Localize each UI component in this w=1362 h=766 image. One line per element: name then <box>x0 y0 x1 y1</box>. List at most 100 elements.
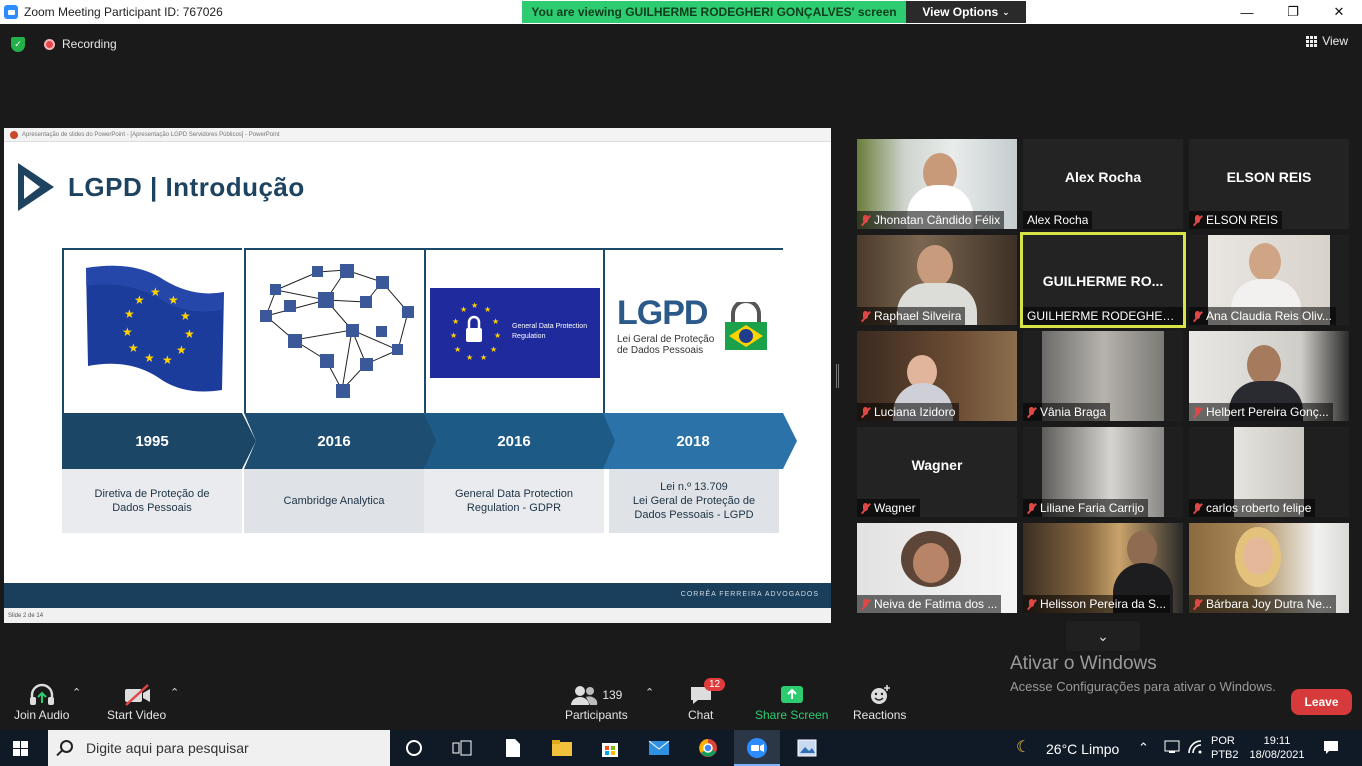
muted-mic-icon <box>1193 502 1202 514</box>
lgpd-logo: LGPD <box>617 294 708 332</box>
slide-logo-arrow-icon <box>18 163 54 211</box>
participant-tile[interactable]: Alex Rocha Alex Rocha <box>1023 139 1183 229</box>
timeline-year: 2018 <box>676 432 710 450</box>
participant-tile[interactable]: ELSON REIS ELSON REIS <box>1189 139 1349 229</box>
muted-mic-icon <box>1193 598 1202 610</box>
reactions-button[interactable]: Reactions <box>853 682 906 722</box>
facebook-network-image <box>244 248 424 413</box>
panel-splitter-handle[interactable] <box>836 364 839 388</box>
svg-text:★: ★ <box>134 293 145 307</box>
svg-text:★: ★ <box>122 325 133 339</box>
participant-tile[interactable]: Luciana Izidoro <box>857 331 1017 421</box>
view-options-button[interactable]: View Options ⌄ <box>906 1 1026 23</box>
image-viewer-icon[interactable] <box>796 738 818 758</box>
search-icon <box>60 740 73 753</box>
chrome-icon[interactable] <box>697 738 719 758</box>
maximize-button[interactable]: ❐ <box>1270 0 1316 24</box>
svg-text:★: ★ <box>450 331 457 340</box>
participant-name: Bárbara Joy Dutra Ne... <box>1206 597 1333 611</box>
participant-tile[interactable]: Vânia Braga <box>1023 331 1183 421</box>
store-icon[interactable] <box>599 738 621 758</box>
participant-name: Raphael Silveira <box>874 309 962 323</box>
timeline-item-1995: ★ ★ ★ ★ ★ ★ ★ ★ ★ ★ ★ 1995 Diretiva de Proteção… <box>62 248 256 533</box>
chevron-down-icon: ⌄ <box>1097 627 1109 644</box>
encryption-shield-icon[interactable]: ✓ <box>11 37 25 52</box>
participant-display-name: ELSON REIS <box>1226 169 1312 185</box>
description-line: General Data Protection <box>454 488 573 500</box>
description-line: Cambridge Analytica <box>283 495 385 507</box>
grid-view-icon <box>1306 35 1318 47</box>
zoom-taskbar-item[interactable] <box>734 730 780 766</box>
leave-button[interactable]: Leave <box>1291 689 1352 715</box>
join-audio-button[interactable]: Join Audio <box>14 682 69 722</box>
share-screen-label: Share Screen <box>755 708 829 722</box>
svg-text:★: ★ <box>452 317 459 326</box>
svg-text:★: ★ <box>480 353 487 362</box>
shared-screen: Apresentação de slides do PowerPoint - [… <box>4 128 831 623</box>
mail-icon[interactable] <box>648 738 670 758</box>
clock[interactable]: 19:11 18/08/2021 <box>1248 734 1306 762</box>
share-screen-button[interactable]: Share Screen <box>755 682 828 722</box>
participant-tile[interactable]: Jhonatan Cândido Félix <box>857 139 1017 229</box>
start-video-label: Start Video <box>107 708 167 722</box>
tray-chevron-icon[interactable]: ⌃ <box>1138 740 1149 756</box>
task-view-icon[interactable] <box>451 738 473 758</box>
share-screen-icon <box>779 682 805 708</box>
svg-text:★: ★ <box>150 285 161 299</box>
notifications-icon[interactable] <box>1323 739 1339 758</box>
video-off-icon <box>122 682 152 708</box>
timeline-description: Cambridge Analytica <box>244 469 424 533</box>
svg-text:★: ★ <box>466 353 473 362</box>
minimize-button[interactable]: — <box>1224 0 1270 24</box>
participants-options-caret[interactable]: ⌃ <box>645 686 654 699</box>
muted-mic-icon <box>1193 214 1202 226</box>
participant-tile[interactable]: Helisson Pereira da S... <box>1023 523 1183 613</box>
recording-dot-icon <box>44 39 55 50</box>
participant-tile[interactable]: Neiva de Fatima dos ... <box>857 523 1017 613</box>
cortana-icon[interactable] <box>403 738 425 758</box>
window-titlebar: Zoom Meeting Participant ID: 767026 You … <box>0 0 1362 24</box>
participant-name: Vânia Braga <box>1040 405 1107 419</box>
gdpr-badge: ★ ★ ★ ★ ★ ★ ★ ★ ★ ★ ★ General Data Protection Re… <box>430 288 600 378</box>
participant-name: ELSON REIS <box>1206 213 1279 227</box>
active-speaker-tile[interactable]: GUILHERME RO... GUILHERME RODEGHERI... <box>1020 232 1186 328</box>
file-explorer-icon[interactable] <box>551 738 573 758</box>
close-button[interactable]: ✕ <box>1316 0 1362 24</box>
video-options-caret[interactable]: ⌃ <box>170 686 179 699</box>
participant-tile[interactable]: Ana Claudia Reis Oliv... <box>1189 235 1349 325</box>
audio-options-caret[interactable]: ⌃ <box>72 686 81 699</box>
gallery-next-page-button[interactable]: ⌄ <box>1066 621 1140 651</box>
start-video-button[interactable]: Start Video <box>107 682 166 722</box>
timeline-arrow-2016: 2016 <box>244 413 438 469</box>
lgpd-logo-image: LGPD Lei Geral de Proteção de Dados Pess… <box>603 248 783 413</box>
muted-mic-icon <box>1193 310 1202 322</box>
language-code: POR <box>1211 735 1235 747</box>
network-icon[interactable] <box>1164 739 1180 758</box>
participant-name: Ana Claudia Reis Oliv... <box>1206 309 1332 323</box>
view-button[interactable]: View <box>1306 34 1348 48</box>
input-language[interactable]: POR PTB2 <box>1211 734 1239 762</box>
description-line: Lei Geral de Proteção de <box>632 495 756 507</box>
wifi-icon[interactable] <box>1187 739 1203 758</box>
muted-mic-icon <box>1027 502 1036 514</box>
participants-button[interactable]: 139 Participants <box>565 682 628 722</box>
powerpoint-statusbar: Slide 2 de 14 <box>4 608 831 623</box>
windows-start-icon[interactable] <box>13 741 28 756</box>
participant-tile[interactable]: carlos roberto felipe <box>1189 427 1349 517</box>
svg-text:★: ★ <box>184 327 195 341</box>
participant-display-name: GUILHERME RO... <box>1042 273 1164 289</box>
weather-text[interactable]: 26°C Limpo <box>1046 741 1119 757</box>
participant-tile[interactable]: Raphael Silveira <box>857 235 1017 325</box>
clock-date: 18/08/2021 <box>1249 749 1305 761</box>
emoji-plus-icon <box>868 682 892 708</box>
participant-tile[interactable]: Bárbara Joy Dutra Ne... <box>1189 523 1349 613</box>
participant-tile[interactable]: Helbert Pereira Gonç... <box>1189 331 1349 421</box>
slide-footer-text: CORRÊA FERREIRA ADVOGADOS <box>680 591 819 598</box>
svg-text:★: ★ <box>484 305 491 314</box>
participant-tile[interactable]: Liliane Faria Carrijo <box>1023 427 1183 517</box>
participant-name: Helisson Pereira da S... <box>1040 597 1167 611</box>
file-icon[interactable] <box>502 738 524 758</box>
taskbar-search-input[interactable]: Digite aqui para pesquisar <box>48 730 390 766</box>
participant-tile[interactable]: Wagner Wagner <box>857 427 1017 517</box>
keyboard-layout: PTB2 <box>1211 749 1239 761</box>
